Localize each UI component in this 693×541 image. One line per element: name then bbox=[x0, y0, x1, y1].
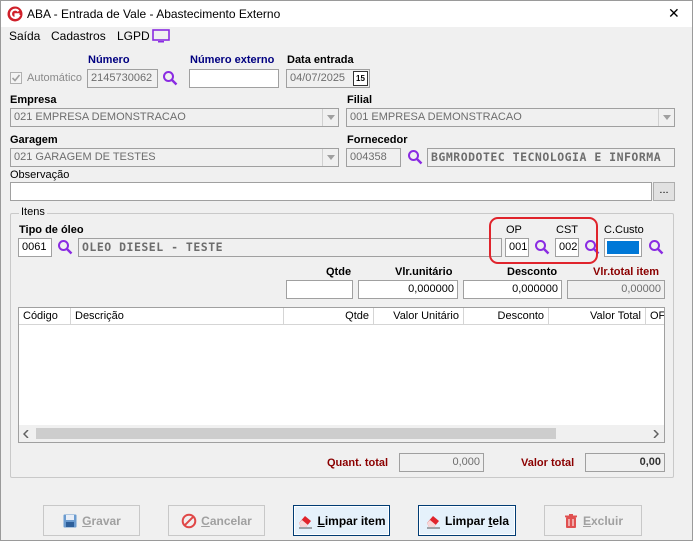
empresa-value: 021 EMPRESA DEMONSTRACAO bbox=[14, 111, 186, 123]
col-qtde[interactable]: Qtde bbox=[284, 308, 374, 325]
empresa-select[interactable]: 021 EMPRESA DEMONSTRACAO bbox=[10, 108, 339, 127]
menu-bar: Saída Cadastros LGPD bbox=[1, 27, 692, 45]
tipo-oleo-label: Tipo de óleo bbox=[19, 224, 84, 236]
col-descricao[interactable]: Descrição bbox=[71, 308, 284, 325]
fornecedor-code-field[interactable]: 004358 bbox=[346, 148, 401, 167]
menu-saida[interactable]: Saída bbox=[9, 29, 40, 43]
excluir-button[interactable]: Excluir bbox=[544, 505, 642, 536]
quant-total-label: Quant. total bbox=[327, 457, 389, 469]
itens-grid[interactable]: Código Descrição Qtde Valor Unitário Des… bbox=[18, 307, 665, 443]
garagem-value: 021 GARAGEM DE TESTES bbox=[14, 151, 156, 163]
ccusto-label: C.Custo bbox=[604, 224, 644, 236]
trash-icon bbox=[564, 513, 577, 528]
fornecedor-label: Fornecedor bbox=[347, 134, 408, 146]
cancelar-button[interactable]: Cancelar bbox=[168, 505, 265, 536]
filial-select[interactable]: 001 EMPRESA DEMONSTRACAO bbox=[346, 108, 675, 127]
vlr-unitario-input[interactable]: 0,000000 bbox=[358, 280, 458, 299]
valor-total-label: Valor total bbox=[521, 457, 575, 469]
col-desconto[interactable]: Desconto bbox=[464, 308, 549, 325]
menu-lgpd[interactable]: LGPD bbox=[117, 29, 150, 43]
scroll-right-icon[interactable] bbox=[653, 430, 659, 438]
col-valor-total[interactable]: Valor Total bbox=[549, 308, 646, 325]
check-icon bbox=[11, 74, 21, 82]
chevron-down-icon[interactable] bbox=[322, 109, 338, 126]
fornecedor-name-field: BGMRODOTEC TECNOLOGIA E INFORMA bbox=[427, 148, 675, 167]
limpar-item-label: Limpar item bbox=[317, 513, 386, 528]
numero-label: Número bbox=[88, 54, 130, 66]
col-of[interactable]: OF bbox=[646, 308, 664, 325]
op-cst-highlight bbox=[489, 217, 598, 264]
qtde-label: Qtde bbox=[326, 266, 352, 278]
save-icon bbox=[63, 514, 77, 527]
limpar-tela-button[interactable]: Limpar tela bbox=[418, 505, 516, 536]
col-valor-unitario[interactable]: Valor Unitário bbox=[374, 308, 464, 325]
gravar-label: Gravar bbox=[82, 513, 121, 528]
ccusto-input[interactable] bbox=[604, 238, 642, 257]
app-logo-icon bbox=[7, 6, 23, 22]
numero-externo-input[interactable] bbox=[189, 69, 279, 88]
qtde-input[interactable] bbox=[286, 280, 353, 299]
monitor-icon[interactable] bbox=[152, 29, 170, 43]
garagem-select[interactable]: 021 GARAGEM DE TESTES bbox=[10, 148, 339, 167]
title-bar: ABA - Entrada de Vale - Abastecimento Ex… bbox=[1, 1, 692, 27]
chevron-down-icon[interactable] bbox=[658, 109, 674, 126]
grid-header: Código Descrição Qtde Valor Unitário Des… bbox=[19, 308, 664, 325]
close-icon[interactable]: ✕ bbox=[668, 5, 680, 22]
ccusto-selection bbox=[607, 241, 639, 254]
observacao-input[interactable] bbox=[10, 182, 652, 201]
quant-total-field: 0,000 bbox=[399, 453, 484, 472]
fornecedor-search-icon[interactable] bbox=[407, 149, 423, 165]
tipo-oleo-search-icon[interactable] bbox=[57, 239, 73, 255]
itens-group-title: Itens bbox=[19, 206, 47, 218]
excluir-label: Excluir bbox=[582, 513, 624, 528]
data-entrada-label: Data entrada bbox=[287, 54, 354, 66]
valor-total-field: 0,00 bbox=[585, 453, 665, 472]
automatico-label: Automático bbox=[27, 72, 83, 84]
vlr-total-item-field: 0,00000 bbox=[567, 280, 665, 299]
menu-cadastros[interactable]: Cadastros bbox=[51, 29, 106, 43]
scroll-left-icon[interactable] bbox=[23, 430, 29, 438]
automatico-checkbox[interactable] bbox=[10, 72, 22, 84]
desconto-label: Desconto bbox=[507, 266, 558, 278]
tipo-oleo-name-field: OLEO DIESEL - TESTE bbox=[78, 238, 502, 257]
chevron-down-icon[interactable] bbox=[322, 149, 338, 166]
eraser-icon bbox=[426, 515, 440, 528]
calendar-day: 15 bbox=[356, 74, 365, 83]
calendar-icon[interactable]: 15 bbox=[353, 71, 368, 86]
tipo-oleo-code-input[interactable]: 0061 bbox=[18, 238, 52, 257]
gravar-button[interactable]: Gravar bbox=[43, 505, 140, 536]
numero-externo-label: Número externo bbox=[190, 54, 275, 66]
observacao-ellipsis-button[interactable]: ... bbox=[653, 182, 675, 201]
observacao-label: Observação bbox=[10, 169, 70, 181]
limpar-item-button[interactable]: Limpar item bbox=[293, 505, 390, 536]
desconto-input[interactable]: 0,000000 bbox=[463, 280, 562, 299]
cancelar-label: Cancelar bbox=[201, 513, 252, 528]
cancel-icon bbox=[181, 513, 197, 528]
empresa-label: Empresa bbox=[10, 94, 57, 106]
eraser-icon bbox=[299, 515, 313, 528]
numero-search-icon[interactable] bbox=[162, 70, 178, 86]
scroll-thumb[interactable] bbox=[36, 428, 556, 439]
filial-value: 001 EMPRESA DEMONSTRACAO bbox=[350, 111, 522, 123]
ellipsis-label: ... bbox=[659, 184, 669, 196]
filial-label: Filial bbox=[347, 94, 373, 106]
col-codigo[interactable]: Código bbox=[19, 308, 71, 325]
limpar-tela-label: Limpar tela bbox=[444, 513, 510, 528]
window-title: ABA - Entrada de Vale - Abastecimento Ex… bbox=[27, 7, 281, 21]
vlr-unitario-label: Vlr.unitário bbox=[395, 266, 453, 278]
horizontal-scrollbar[interactable] bbox=[19, 425, 664, 442]
ccusto-search-icon[interactable] bbox=[648, 239, 664, 255]
garagem-label: Garagem bbox=[10, 134, 58, 146]
vlr-total-item-label: Vlr.total item bbox=[593, 266, 660, 278]
numero-field[interactable]: 2145730062 bbox=[87, 69, 158, 88]
